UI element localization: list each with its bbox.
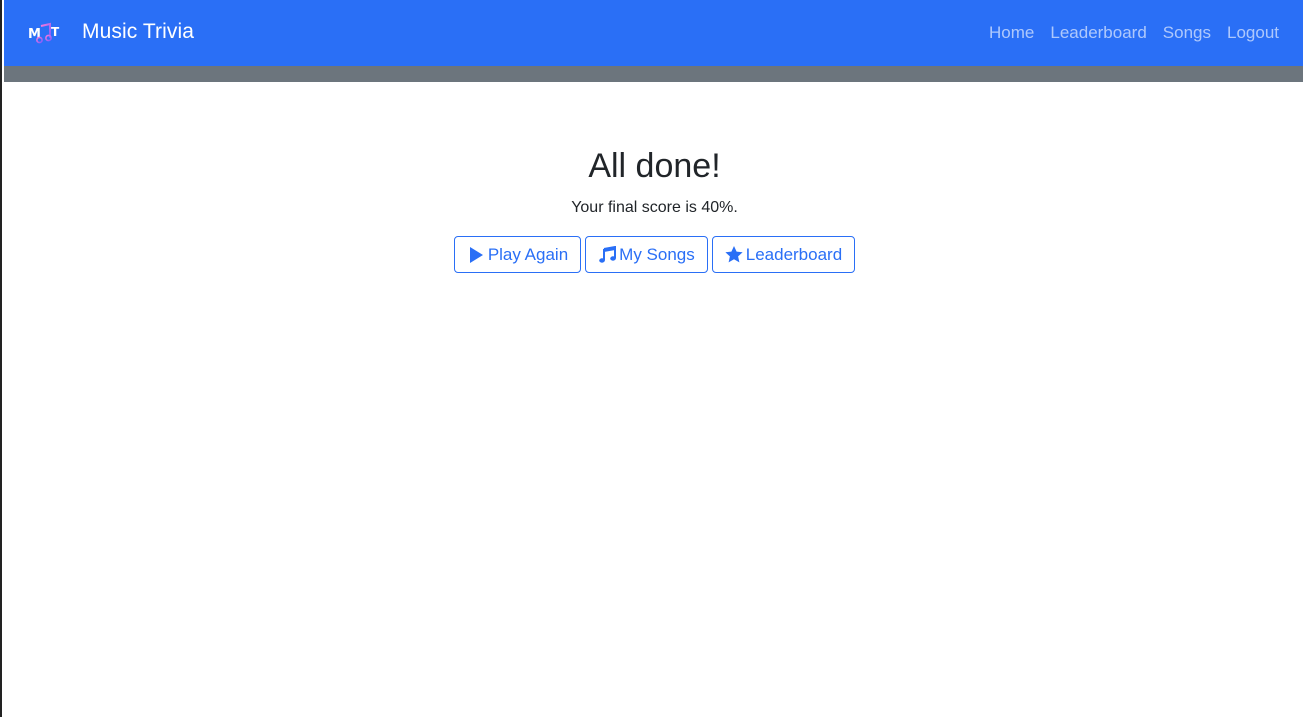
sub-header-bar — [4, 66, 1303, 82]
star-icon — [725, 246, 743, 264]
nav-link-home[interactable]: Home — [981, 21, 1042, 45]
play-again-button[interactable]: Play Again — [453, 236, 582, 273]
app-window: M T Music Trivia Home Leaderboard Songs … — [0, 0, 1303, 717]
my-songs-label: My Songs — [619, 244, 695, 264]
brand-name: Music Trivia — [82, 20, 195, 43]
leaderboard-label: Leaderboard — [745, 244, 843, 264]
play-again-label: Play Again — [487, 244, 569, 264]
page-title: All done! — [588, 147, 721, 185]
action-buttons: Play Again My Songs Leaderboard — [4, 236, 1303, 273]
final-score-text: Your final score is 40%. — [571, 199, 738, 216]
play-icon — [467, 246, 485, 264]
nav-link-logout[interactable]: Logout — [1219, 21, 1287, 45]
results-panel: All done! Your final score is 40%. Play … — [4, 82, 1303, 273]
nav-link-songs[interactable]: Songs — [1155, 21, 1219, 45]
my-songs-button[interactable]: My Songs — [585, 236, 708, 273]
top-navbar: M T Music Trivia Home Leaderboard Songs … — [4, 0, 1303, 66]
svg-text:M: M — [28, 27, 41, 42]
music-note-icon — [598, 246, 616, 264]
nav-links: Home Leaderboard Songs Logout — [981, 21, 1287, 45]
nav-link-leaderboard[interactable]: Leaderboard — [1042, 21, 1154, 45]
music-trivia-logo-icon: M T — [26, 14, 64, 50]
svg-text:T: T — [51, 25, 60, 39]
brand-link[interactable]: M T Music Trivia — [26, 14, 194, 50]
leaderboard-button[interactable]: Leaderboard — [711, 236, 856, 273]
